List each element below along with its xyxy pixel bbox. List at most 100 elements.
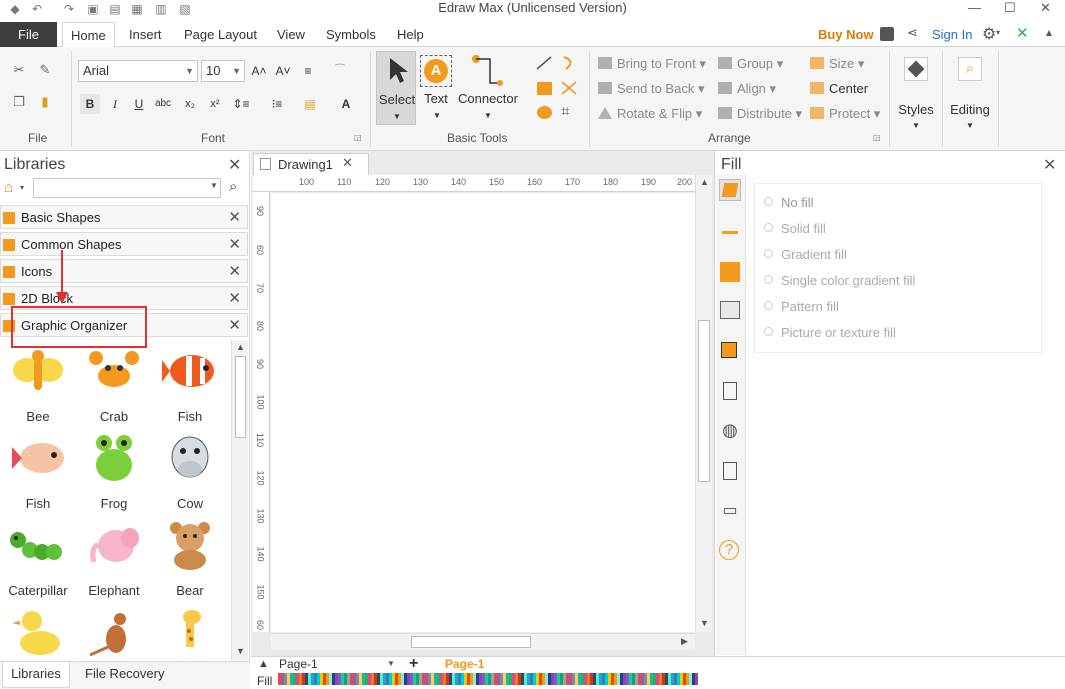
underline-icon[interactable]: U (129, 94, 149, 114)
library-search-input[interactable] (33, 178, 221, 198)
close-window-icon[interactable]: ✕ (1040, 0, 1051, 16)
crop-icon[interactable]: ⌗ (561, 103, 569, 120)
fill-option-no-fill[interactable]: No fill (764, 195, 814, 210)
center-button[interactable]: Center (810, 80, 868, 98)
line-spacing-icon[interactable]: ⁀ (330, 61, 350, 81)
close-icon[interactable]: ✕ (228, 262, 241, 280)
drawing-page[interactable] (271, 193, 695, 632)
scroll-up-icon[interactable]: ▲ (236, 342, 245, 352)
format-painter-icon[interactable]: ✎ (36, 61, 54, 79)
chevron-down-icon[interactable]: ▼ (387, 659, 395, 668)
tab-symbols[interactable]: Symbols (326, 22, 376, 47)
buy-now-link[interactable]: Buy Now (818, 22, 874, 47)
chevron-down-icon[interactable]: ▾ (20, 183, 24, 192)
tab-libraries[interactable]: Libraries (2, 662, 70, 688)
page-properties-icon[interactable] (719, 380, 741, 402)
minimize-icon[interactable]: — (968, 0, 981, 15)
connector-tool-label[interactable]: Connector (456, 91, 520, 106)
cut-icon[interactable]: ✂ (10, 61, 28, 79)
arc-icon[interactable] (560, 55, 578, 71)
text-tool-button[interactable]: A (420, 55, 452, 87)
strikethrough-icon[interactable]: abc (153, 94, 173, 114)
send-to-back-button[interactable]: Send to Back ▾ (598, 80, 704, 98)
scroll-down-icon[interactable]: ▼ (236, 646, 245, 656)
libraries-scrollbar[interactable]: ▲ ▼ (231, 340, 248, 660)
font-size-select[interactable]: 10 ▼ (201, 60, 245, 82)
subscript-icon[interactable]: x₂ (180, 94, 200, 114)
close-icon[interactable]: ✕ (228, 316, 241, 334)
layers-icon[interactable] (719, 340, 741, 362)
shape-bee[interactable]: Bee (0, 346, 76, 424)
line-style-icon[interactable] (719, 221, 741, 243)
close-icon[interactable]: ✕ (228, 289, 241, 307)
globe-icon[interactable]: ◍ (719, 420, 741, 442)
scroll-right-icon[interactable]: ▶ (681, 636, 688, 647)
library-item-common-shapes[interactable]: Common Shapes ✕ (0, 232, 248, 256)
group-button[interactable]: Group ▾ (718, 55, 783, 73)
tab-page-layout[interactable]: Page Layout (184, 22, 257, 47)
scrollbar-thumb[interactable] (698, 320, 710, 482)
cart-icon[interactable] (880, 27, 894, 41)
shape-caterpillar[interactable]: Caterpillar (0, 520, 76, 598)
tab-insert[interactable]: Insert (129, 22, 162, 47)
tab-file-recovery[interactable]: File Recovery (85, 662, 164, 686)
canvas-vertical-scrollbar[interactable]: ▲ ▼ (695, 175, 712, 632)
align-text-icon[interactable]: ≡ (298, 61, 318, 81)
plugin-icon[interactable]: ✕ (1016, 24, 1029, 42)
scroll-down-icon[interactable]: ▼ (700, 618, 709, 628)
cross-connector-icon[interactable] (560, 80, 578, 96)
editing-button[interactable]: ⌕ Editing ▼ (946, 55, 994, 135)
color-swatch[interactable] (695, 673, 698, 685)
grow-font-icon[interactable]: A˄ (249, 61, 269, 81)
attachment-icon[interactable] (719, 460, 741, 482)
select-tool-button[interactable]: Select ▼ (376, 51, 416, 125)
rectangle-icon[interactable] (537, 82, 552, 95)
bring-to-front-button[interactable]: Bring to Front ▾ (598, 55, 706, 73)
help-icon[interactable]: ? (719, 540, 739, 560)
shape-elephant[interactable]: Elephant (76, 520, 152, 598)
tab-view[interactable]: View (277, 22, 305, 47)
shrink-font-icon[interactable]: A˅ (273, 61, 293, 81)
shape-kangaroo[interactable] (76, 607, 152, 660)
shape-fish-1[interactable]: Fish (152, 346, 228, 424)
tab-help[interactable]: Help (397, 22, 424, 47)
shadow-icon[interactable] (719, 261, 741, 283)
chevron-down-icon[interactable]: ▾ (996, 28, 1000, 37)
shape-bear[interactable]: Bear (152, 520, 228, 598)
canvas-horizontal-scrollbar[interactable]: ▶ (271, 633, 695, 650)
add-page-icon[interactable]: + (409, 655, 418, 673)
text-background-icon[interactable]: ▤ (300, 94, 320, 114)
scrollbar-thumb[interactable] (411, 636, 531, 648)
chevron-up-icon[interactable]: ▲ (258, 658, 269, 670)
color-palette[interactable] (278, 673, 698, 685)
close-icon[interactable]: ✕ (342, 155, 353, 171)
fill-option-picture-texture-fill[interactable]: Picture or texture fill (764, 325, 896, 340)
fill-option-pattern-fill[interactable]: Pattern fill (764, 299, 839, 314)
paragraph-spacing-icon[interactable]: ⇕≡ (231, 94, 251, 114)
align-button[interactable]: Align ▾ (718, 80, 776, 98)
bold-icon[interactable]: B (80, 94, 100, 114)
close-icon[interactable]: ✕ (1043, 155, 1056, 175)
scrollbar-thumb[interactable] (235, 356, 246, 438)
shape-frog[interactable]: Frog (76, 433, 152, 511)
font-color-icon[interactable]: A (336, 94, 356, 114)
gear-icon[interactable]: ⚙ (982, 24, 996, 44)
shape-duck[interactable] (0, 607, 76, 660)
document-tab[interactable]: Drawing1 ✕ (253, 153, 369, 175)
close-icon[interactable]: ✕ (228, 235, 241, 253)
shape-cow[interactable]: Cow (152, 433, 228, 511)
shape-crab[interactable]: Crab (76, 346, 152, 424)
fill-icon[interactable] (719, 179, 741, 201)
home-icon[interactable]: ⌂ (4, 179, 13, 196)
fill-option-single-color-gradient[interactable]: Single color gradient fill (764, 273, 915, 288)
italic-icon[interactable]: I (105, 94, 125, 114)
page-tab[interactable]: Page-1 (445, 657, 484, 671)
close-icon[interactable]: ✕ (228, 208, 241, 226)
library-item-basic-shapes[interactable]: Basic Shapes ✕ (0, 205, 248, 229)
ellipse-icon[interactable] (537, 106, 552, 119)
dialog-launcher-icon[interactable]: ◲ (873, 133, 881, 142)
rotate-flip-button[interactable]: Rotate & Flip ▾ (598, 105, 702, 123)
superscript-icon[interactable]: x² (205, 94, 225, 114)
file-menu[interactable]: File (0, 22, 57, 47)
search-icon[interactable]: ⌕ (229, 178, 237, 195)
